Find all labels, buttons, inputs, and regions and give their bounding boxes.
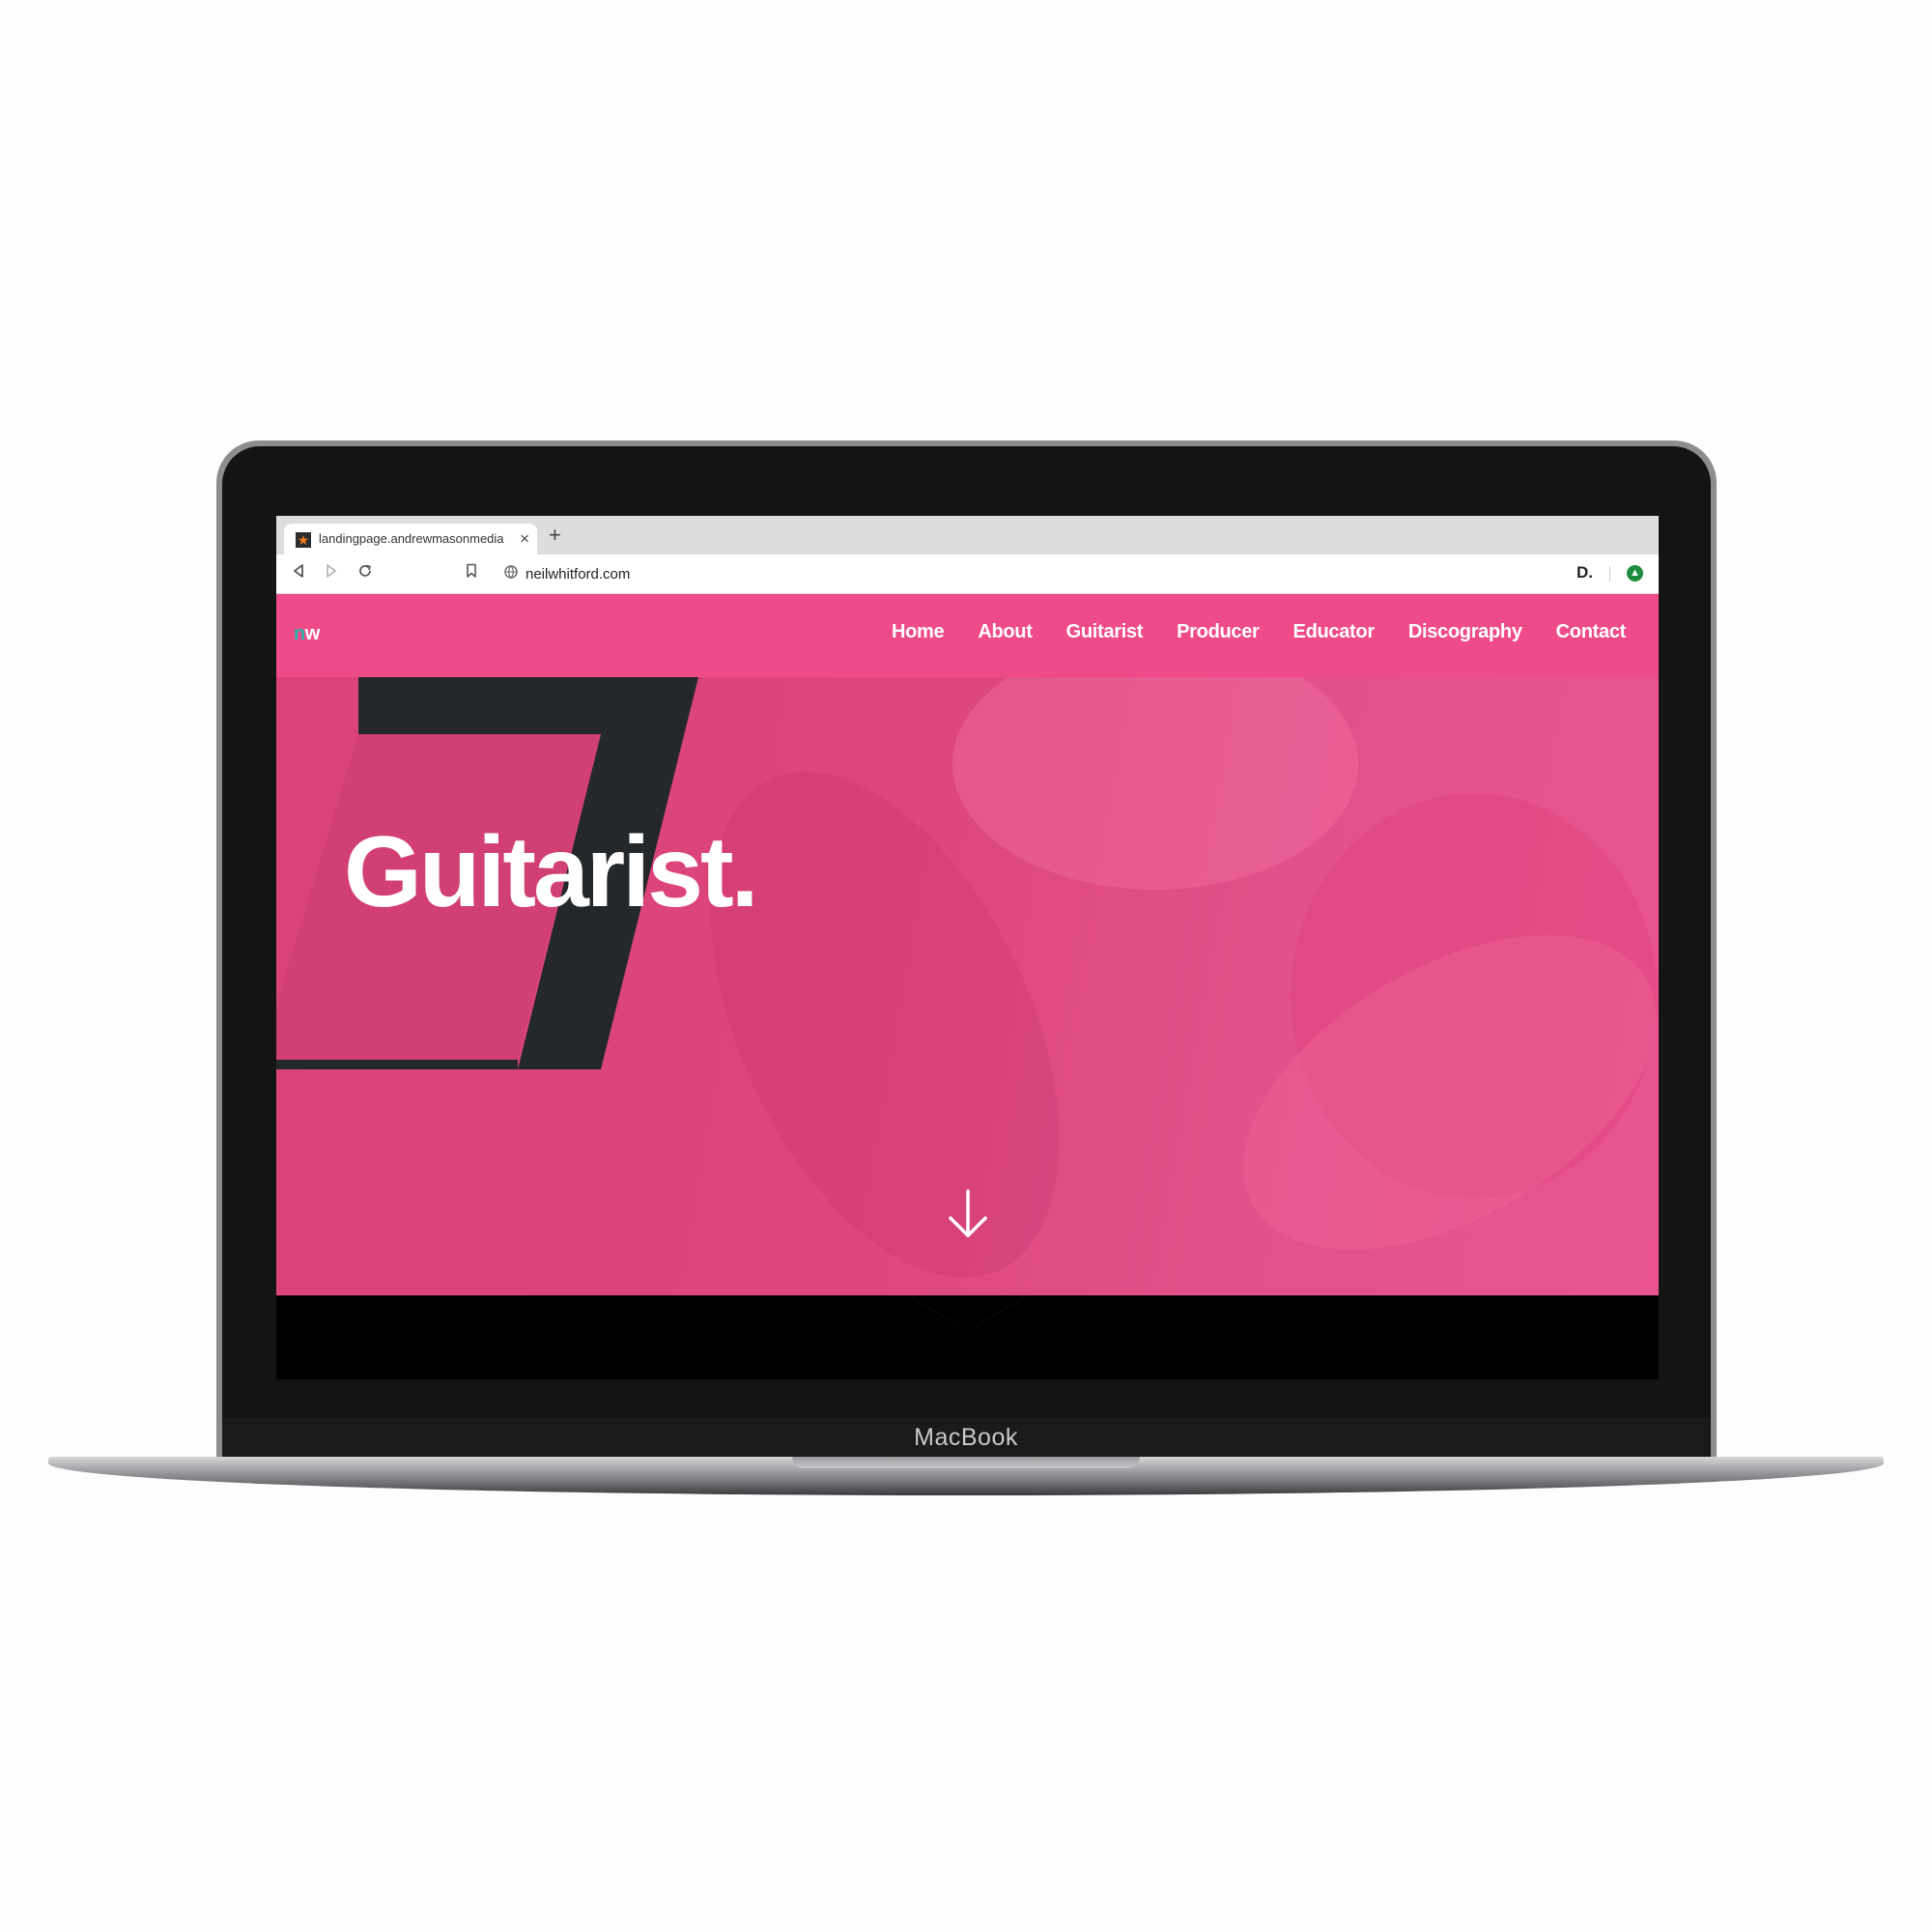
browser-toolbar: neilwhitford.com D. ▲: [276, 554, 1659, 594]
nav-discography[interactable]: Discography: [1408, 621, 1522, 643]
nav-home[interactable]: Home: [892, 621, 945, 643]
nav-guitarist[interactable]: Guitarist: [1066, 621, 1144, 643]
scroll-down-arrow-icon[interactable]: [945, 1187, 991, 1241]
laptop-hinge-notch: [792, 1457, 1140, 1468]
browser-tab[interactable]: ★ landingpage.andrewmasonmedia ×: [284, 524, 537, 554]
star-favicon-icon: ★: [296, 532, 311, 548]
bookmark-icon[interactable]: [466, 563, 477, 584]
back-icon[interactable]: [292, 563, 305, 584]
extension-update-icon[interactable]: ▲: [1627, 565, 1643, 582]
hero-photo-shape: [952, 677, 1358, 890]
site-header: nw Home About Guitarist Producer Educato…: [276, 594, 1659, 677]
hero-section: 7 Guitarist.: [276, 677, 1659, 1295]
address-bar[interactable]: neilwhitford.com: [497, 560, 1439, 587]
nav-producer[interactable]: Producer: [1177, 621, 1260, 643]
toolbar-divider: [1609, 566, 1610, 582]
nav-about[interactable]: About: [978, 621, 1033, 643]
section-divider-notch: [909, 1295, 1026, 1332]
reload-icon[interactable]: [357, 563, 373, 584]
nav-contact[interactable]: Contact: [1556, 621, 1627, 643]
globe-icon: [504, 565, 518, 583]
browser-tab-bar: ★ landingpage.andrewmasonmedia × +: [276, 516, 1659, 554]
close-tab-icon[interactable]: ×: [520, 529, 529, 549]
extension-d-icon[interactable]: D.: [1577, 563, 1593, 582]
url-text: neilwhitford.com: [526, 566, 631, 582]
site-logo[interactable]: nw: [294, 623, 320, 645]
site-menu: Home About Guitarist Producer Educator D…: [892, 621, 1626, 643]
device-brand-label: MacBook: [914, 1424, 1018, 1451]
hero-title: Guitarist.: [344, 816, 759, 928]
nav-educator[interactable]: Educator: [1293, 621, 1376, 643]
new-tab-button[interactable]: +: [549, 523, 561, 548]
tab-title: landingpage.andrewmasonmedia: [319, 531, 504, 546]
forward-icon[interactable]: [325, 563, 338, 584]
screen: ★ landingpage.andrewmasonmedia × + neilw…: [276, 516, 1659, 1379]
